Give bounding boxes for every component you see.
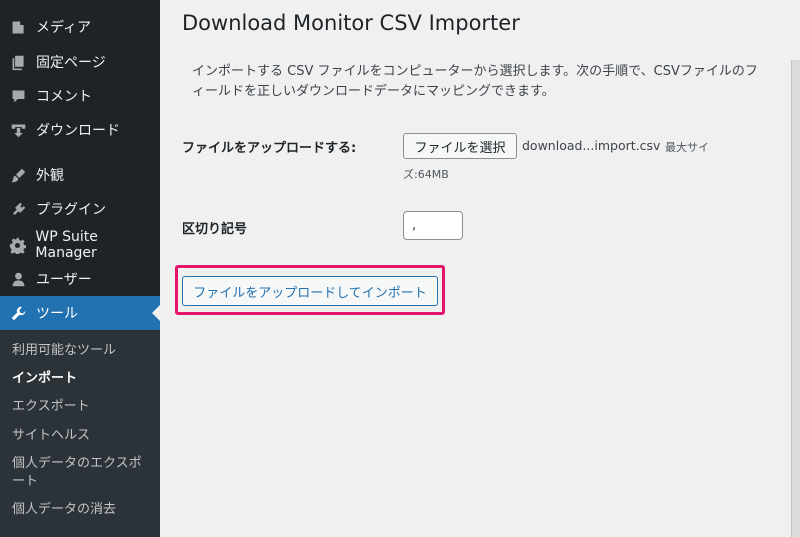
upload-and-import-button[interactable]: ファイルをアップロードしてインポート xyxy=(182,276,438,306)
submenu-site-health[interactable]: サイトヘルス xyxy=(12,427,152,445)
appearance-brush-icon xyxy=(8,165,28,185)
upload-label: ファイルをアップロードする: xyxy=(182,141,357,156)
sidebar-item-label: 固定ページ xyxy=(36,55,106,71)
sidebar-item-wp-suite-manager[interactable]: WP Suite Manager xyxy=(0,228,160,262)
scrollbar-thumb[interactable] xyxy=(791,60,800,537)
intro-text: インポートする CSV ファイルをコンピューターから選択します。次の手順で、CS… xyxy=(192,64,758,99)
sidebar-item-users[interactable]: ユーザー xyxy=(0,262,160,296)
selected-file-name: download...import.csv xyxy=(522,138,661,153)
sidebar-item-label: ツール xyxy=(36,306,78,322)
sidebar-item-label: ユーザー xyxy=(36,272,92,288)
gear-icon xyxy=(8,235,27,255)
sidebar-item-plugins[interactable]: プラグイン xyxy=(0,192,160,226)
main-content: Download Monitor CSV Importer インポートする CS… xyxy=(160,0,785,537)
sidebar-item-downloads[interactable]: ダウンロード xyxy=(0,113,160,147)
delimiter-input[interactable] xyxy=(403,211,463,240)
sidebar-item-pages[interactable]: 固定ページ xyxy=(0,45,160,79)
delimiter-label: 区切り記号 xyxy=(182,222,248,237)
max-size-text: 最大サイ xyxy=(665,141,709,154)
sidebar-item-label: ダウンロード xyxy=(36,123,120,139)
submenu-erase-personal-data[interactable]: 個人データの消去 xyxy=(12,501,152,519)
user-icon xyxy=(8,269,28,289)
max-size-text-cont: ズ:64MB xyxy=(403,168,449,181)
sidebar-item-label: コメント xyxy=(36,89,92,105)
tools-submenu: 利用可能なツール インポート エクスポート サイトヘルス 個人データのエクスポー… xyxy=(0,330,160,537)
sidebar-item-tools[interactable]: ツール xyxy=(0,296,160,330)
comments-icon xyxy=(8,86,28,106)
sidebar-item-label: プラグイン xyxy=(36,202,106,218)
sidebar-item-label: メディア xyxy=(36,20,92,36)
submenu-import[interactable]: インポート xyxy=(12,370,152,388)
wrench-icon xyxy=(8,303,28,323)
submenu-available-tools[interactable]: 利用可能なツール xyxy=(12,342,152,360)
plugin-icon xyxy=(8,199,28,219)
pages-icon xyxy=(8,52,28,72)
submenu-export-personal-data[interactable]: 個人データのエクスポート xyxy=(12,455,152,491)
page-title: Download Monitor CSV Importer xyxy=(182,11,520,35)
admin-sidebar: メディア 固定ページ コメント ダウンロード 外観 プラグイン WP Suite… xyxy=(0,0,160,537)
sidebar-item-label: WP Suite Manager xyxy=(35,229,98,261)
sidebar-item-media[interactable]: メディア xyxy=(0,10,160,44)
media-icon xyxy=(8,17,28,37)
submenu-export[interactable]: エクスポート xyxy=(12,398,152,416)
download-icon xyxy=(8,120,28,140)
choose-file-button[interactable]: ファイルを選択 xyxy=(403,133,517,159)
sidebar-item-label: 外観 xyxy=(36,168,64,184)
sidebar-item-appearance[interactable]: 外観 xyxy=(0,158,160,192)
sidebar-item-comments[interactable]: コメント xyxy=(0,79,160,113)
